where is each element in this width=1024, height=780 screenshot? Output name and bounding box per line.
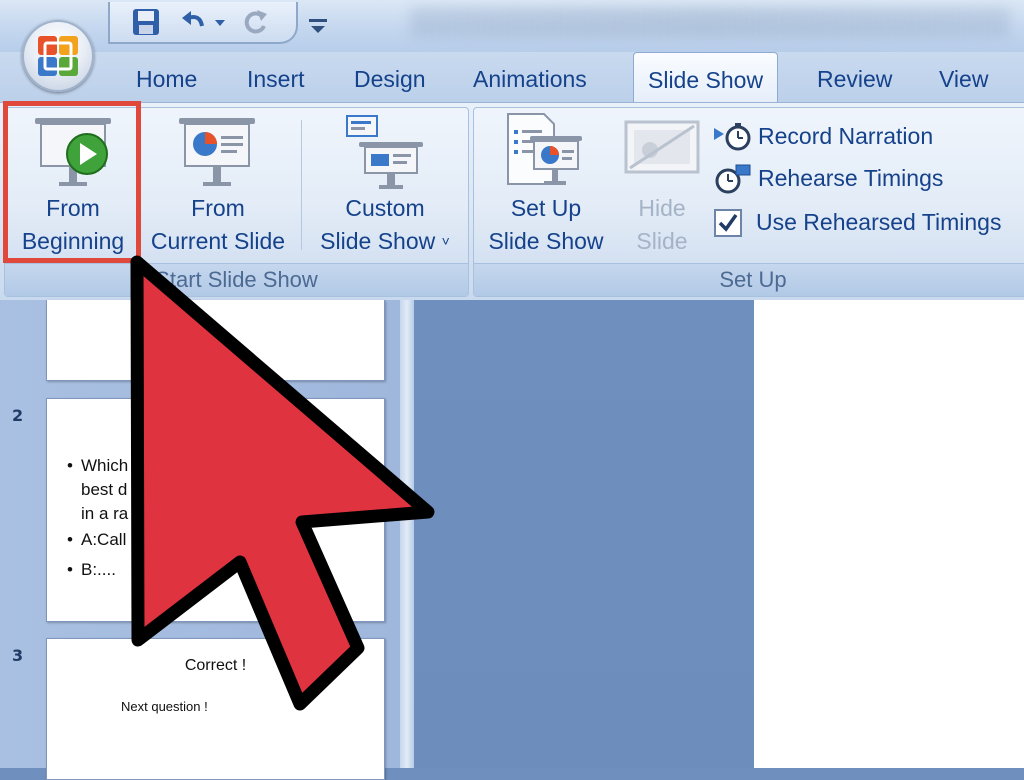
custom-slide-show-label-2: Slide Show ˅ <box>305 225 465 258</box>
slide-2-bullet: Which <box>67 455 128 477</box>
from-current-label-2: Current Slide <box>150 228 286 254</box>
record-narration-label: Record Narration <box>758 123 934 149</box>
slide-number-2: 2 <box>12 406 24 425</box>
from-current-slide-button[interactable]: From Current Slide <box>145 108 291 258</box>
redo-icon[interactable] <box>240 6 272 38</box>
slide-2-bullet-cont: best d <box>81 480 128 499</box>
tab-review[interactable]: Review <box>817 66 892 93</box>
set-up-slide-show-icon <box>507 113 582 185</box>
window-title-blurred <box>410 8 1010 38</box>
slide-3-subtitle: Next question ! <box>121 699 208 714</box>
slide-2-bullet-cont: in a ra <box>81 504 129 523</box>
ribbon: From Beginning From Current Slide Custom… <box>0 102 1024 301</box>
tab-slide-show[interactable]: Slide Show <box>633 52 779 102</box>
undo-dropdown-icon[interactable] <box>212 6 228 38</box>
group-label-start-slide-show: Start Slide Show <box>5 263 468 296</box>
tab-animations[interactable]: Animations <box>473 66 587 93</box>
pane-splitter[interactable] <box>400 300 414 768</box>
tab-design[interactable]: Design <box>354 66 426 93</box>
rehearse-timings-icon <box>715 164 751 194</box>
set-up-label-1: Set Up <box>510 195 582 221</box>
rehearse-timings-label: Rehearse Timings <box>758 165 944 191</box>
slide-number-3: 3 <box>12 646 24 665</box>
slide-thumbnail-3[interactable]: Correct ! Next question ! <box>46 638 385 780</box>
title-bar <box>0 0 1024 52</box>
from-current-label-1: From <box>191 195 245 221</box>
group-divider <box>301 120 302 250</box>
slides-pane: 2 Which best d in a ra A:Call B:.... 3 C… <box>0 300 405 780</box>
undo-icon[interactable] <box>178 6 210 38</box>
from-beginning-highlight-box <box>3 101 141 263</box>
slide-thumbnail-2[interactable]: Which best d in a ra A:Call B:.... <box>46 398 385 622</box>
tab-view[interactable]: View <box>939 66 988 93</box>
office-button[interactable] <box>22 20 94 92</box>
custom-slide-show-label-1: Custom <box>345 195 425 221</box>
current-slide-canvas[interactable] <box>754 300 1024 768</box>
group-set-up: Set Up Slide Show Hide Slide Record Narr… <box>473 107 1024 297</box>
set-up-label-2: Slide Show <box>488 228 604 254</box>
record-narration-icon <box>714 123 751 151</box>
slide-2-bullet: A:Call <box>67 529 126 551</box>
slide-editor-background <box>414 300 754 768</box>
hide-slide-button[interactable]: Hide Slide <box>618 108 706 258</box>
hide-slide-label-2: Slide <box>636 228 688 254</box>
office-logo-icon <box>38 36 78 76</box>
tab-home[interactable]: Home <box>136 66 197 93</box>
hide-slide-label-1: Hide <box>638 195 686 221</box>
from-current-slide-icon <box>179 118 255 186</box>
quick-access-toolbar <box>108 2 298 44</box>
chevron-down-icon: ˅ <box>441 233 450 249</box>
ribbon-tabs: Home Insert Design Animations Slide Show… <box>0 52 1024 102</box>
save-icon[interactable] <box>130 6 162 38</box>
custom-slide-show-icon <box>346 115 423 189</box>
custom-slide-show-label-text: Slide Show <box>320 228 436 254</box>
set-up-slide-show-button[interactable]: Set Up Slide Show <box>474 108 618 258</box>
slide-3-title: Correct ! <box>184 657 247 674</box>
custom-slide-show-button[interactable]: Custom Slide Show ˅ <box>305 108 465 258</box>
customize-qat-icon[interactable] <box>306 10 330 38</box>
slide-thumbnail-1[interactable] <box>46 300 385 381</box>
slide-2-bullet: B:.... <box>67 559 116 581</box>
group-label-set-up: Set Up <box>474 263 1024 296</box>
use-rehearsed-timings-label: Use Rehearsed Timings <box>756 209 1002 235</box>
use-rehearsed-timings-checkbox[interactable] <box>712 208 744 238</box>
tab-insert[interactable]: Insert <box>247 66 305 93</box>
hide-slide-icon <box>624 120 700 174</box>
